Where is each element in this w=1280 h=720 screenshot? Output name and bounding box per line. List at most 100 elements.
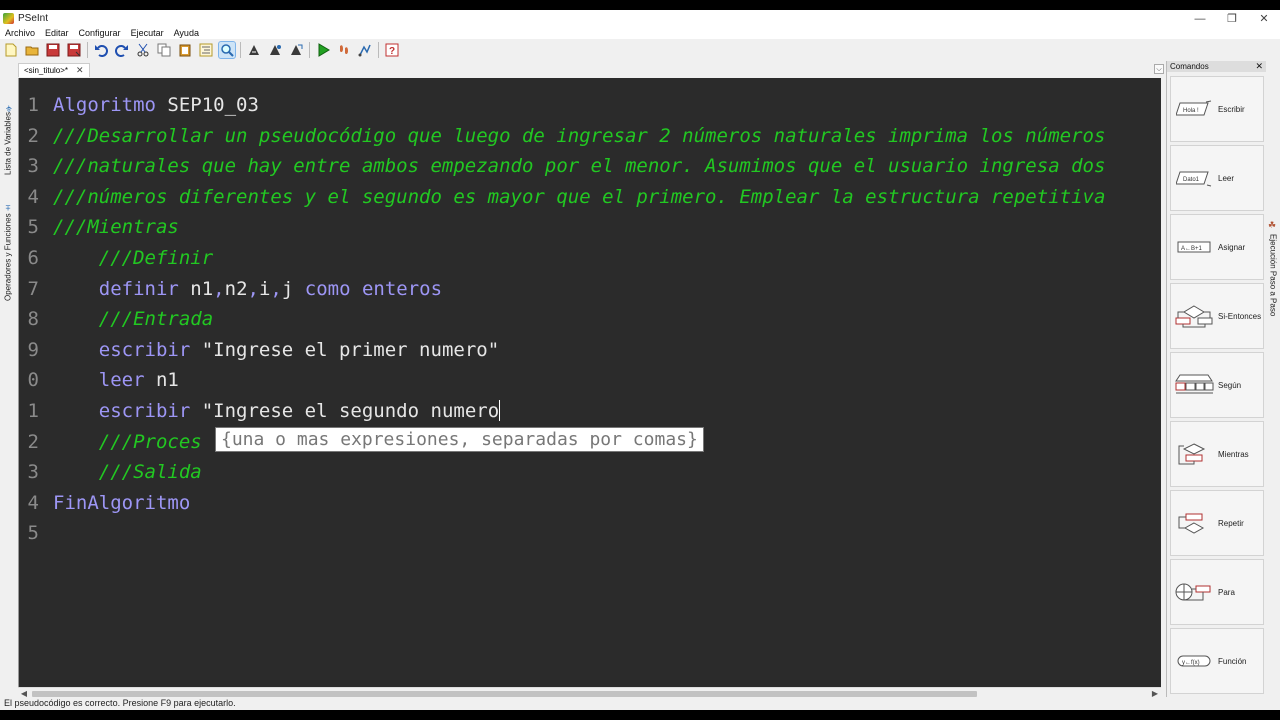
restore-button[interactable]: ❐ bbox=[1216, 10, 1248, 27]
code-token: leer bbox=[98, 369, 145, 392]
undo-icon[interactable] bbox=[93, 42, 109, 58]
code-line[interactable]: 8 ///Entrada bbox=[19, 304, 1161, 335]
code-editor[interactable]: 1 Algoritmo SEP10_03 2 ///Desarrollar un ps… bbox=[18, 78, 1161, 687]
redo-icon[interactable] bbox=[114, 42, 130, 58]
command-asignar-button[interactable]: A←B+1 Asignar bbox=[1170, 214, 1264, 280]
indent-icon[interactable] bbox=[198, 42, 214, 58]
icon-text: Dato1 bbox=[1183, 177, 1200, 183]
command-label: Repetir bbox=[1218, 518, 1244, 528]
code-line[interactable]: 6 ///Definir bbox=[19, 243, 1161, 274]
code-token: "Ingrese el primer numero" bbox=[190, 338, 500, 361]
code-token: SEP10_03 bbox=[155, 94, 259, 116]
code-token: n1 bbox=[178, 277, 214, 300]
step-by-step-icon[interactable] bbox=[336, 42, 352, 58]
command-repetir-button[interactable]: Repetir bbox=[1170, 490, 1264, 556]
open-file-icon[interactable] bbox=[24, 42, 40, 58]
code-line[interactable]: 0 leer n1 bbox=[19, 365, 1161, 396]
command-label: Mientras bbox=[1218, 449, 1249, 459]
line-number: 3 bbox=[27, 155, 39, 178]
replace-icon[interactable] bbox=[267, 42, 283, 58]
code-token: , bbox=[247, 277, 259, 300]
menu-editar[interactable]: Editar bbox=[40, 27, 74, 39]
copy-icon[interactable] bbox=[156, 42, 172, 58]
window-controls: — ❐ ✕ bbox=[1184, 10, 1280, 27]
code-token: definir bbox=[98, 277, 179, 300]
tab-variable-list[interactable]: Lista de Variables ⚘ bbox=[1, 65, 15, 175]
icon-text: y←f(x) bbox=[1182, 660, 1200, 666]
code-token: , bbox=[213, 277, 225, 300]
code-token: ///números diferentes y el segundo es ma… bbox=[53, 185, 1106, 208]
code-token: ///Proces bbox=[98, 430, 202, 453]
menu-ejecutar[interactable]: Ejecutar bbox=[126, 27, 169, 39]
help-icon[interactable]: ? bbox=[384, 42, 400, 58]
run-icon[interactable] bbox=[315, 42, 331, 58]
save-as-icon[interactable] bbox=[66, 42, 82, 58]
code-token: n2 bbox=[224, 277, 248, 300]
code-token: ///naturales que hay entre ambos empezan… bbox=[53, 155, 1106, 178]
command-segun-button[interactable]: Según bbox=[1170, 352, 1264, 418]
code-text: ///Definir bbox=[53, 243, 213, 274]
line-number: 2 bbox=[27, 124, 39, 147]
code-token: "Ingrese el segundo numero bbox=[190, 400, 500, 422]
code-line[interactable]: 5 ///Mientras bbox=[19, 212, 1161, 243]
command-escribir-button[interactable]: Hola ! Escribir bbox=[1170, 76, 1264, 142]
close-button[interactable]: ✕ bbox=[1248, 10, 1280, 27]
paste-icon[interactable] bbox=[177, 42, 193, 58]
commands-title: Comandos bbox=[1170, 62, 1209, 71]
si-entonces-icon bbox=[1174, 304, 1214, 328]
save-icon[interactable] bbox=[45, 42, 61, 58]
code-text: FinAlgoritmo bbox=[53, 488, 190, 519]
code-token: ///Salida bbox=[98, 461, 202, 484]
menu-archivo[interactable]: Archivo bbox=[0, 27, 40, 39]
tab-operators-functions[interactable]: Operadores y Funciones ± bbox=[1, 183, 15, 301]
new-file-icon[interactable] bbox=[3, 42, 19, 58]
cut-icon[interactable] bbox=[135, 42, 151, 58]
format-code-icon[interactable] bbox=[288, 42, 304, 58]
menu-configurar[interactable]: Configurar bbox=[74, 27, 126, 39]
command-si-entonces-button[interactable]: Si-Entonces bbox=[1170, 283, 1264, 349]
minimize-button[interactable]: — bbox=[1184, 10, 1216, 27]
code-token: j bbox=[281, 277, 305, 300]
code-line[interactable]: 4 FinAlgoritmo bbox=[19, 488, 1161, 519]
code-line[interactable]: 9 escribir "Ingrese el primer numero" bbox=[19, 335, 1161, 366]
close-commands-icon[interactable]: ✕ bbox=[1255, 61, 1263, 72]
code-line[interactable]: 5 bbox=[19, 518, 1161, 549]
command-mientras-button[interactable]: Mientras bbox=[1170, 421, 1264, 487]
code-line[interactable]: 1 Algoritmo SEP10_03 bbox=[19, 90, 1161, 121]
menu-bar: Archivo Editar Configurar Ejecutar Ayuda bbox=[0, 27, 1280, 39]
code-line[interactable]: 1 escribir "Ingrese el segundo numero bbox=[19, 396, 1161, 427]
code-text: ///Proces bbox=[53, 427, 202, 458]
line-number: 3 bbox=[27, 461, 39, 484]
close-tab-icon[interactable]: ✕ bbox=[76, 64, 84, 77]
find-next-icon[interactable] bbox=[246, 42, 262, 58]
code-line[interactable]: 3 ///Salida bbox=[19, 457, 1161, 488]
leer-icon: Dato1 bbox=[1174, 166, 1214, 190]
tab-sin-titulo[interactable]: <sin_titulo>* ✕ bbox=[18, 63, 90, 77]
tab-step-by-step[interactable]: ☘ Ejecución Paso a Paso bbox=[1268, 221, 1278, 316]
command-funcion-button[interactable]: y←f(x) Función bbox=[1170, 628, 1264, 694]
code-text: ///Desarrollar un pseudocódigo que luego… bbox=[53, 121, 1105, 152]
command-para-button[interactable]: Para bbox=[1170, 559, 1264, 625]
code-line[interactable]: 4 ///números diferentes y el segundo es m… bbox=[19, 182, 1161, 213]
para-icon bbox=[1174, 580, 1214, 604]
draw-flowchart-icon[interactable] bbox=[357, 42, 373, 58]
tab-list-dropdown-icon[interactable]: ⌵ bbox=[1154, 64, 1164, 74]
code-line[interactable]: 3 ///naturales que hay entre ambos empeza… bbox=[19, 151, 1161, 182]
command-leer-button[interactable]: Dato1 Leer bbox=[1170, 145, 1264, 211]
code-token: , bbox=[270, 277, 282, 300]
status-bar: El pseudocódigo es correcto. Presione F9… bbox=[0, 697, 1280, 710]
segun-icon bbox=[1174, 373, 1214, 397]
find-icon[interactable] bbox=[218, 41, 236, 59]
operators-icon: ± bbox=[3, 203, 13, 214]
code-line[interactable]: 7 definir n1,n2,i,j como enteros bbox=[19, 274, 1161, 305]
line-number: 9 bbox=[27, 338, 39, 361]
toolbar-separator bbox=[87, 42, 88, 58]
code-token: Algoritmo bbox=[53, 94, 156, 116]
window-title: PSeInt bbox=[18, 13, 49, 24]
menu-ayuda[interactable]: Ayuda bbox=[169, 27, 204, 39]
code-line[interactable]: 2 ///Desarrollar un pseudocódigo que lueg… bbox=[19, 121, 1161, 152]
right-side-panel: ☘ Ejecución Paso a Paso bbox=[1266, 61, 1280, 697]
